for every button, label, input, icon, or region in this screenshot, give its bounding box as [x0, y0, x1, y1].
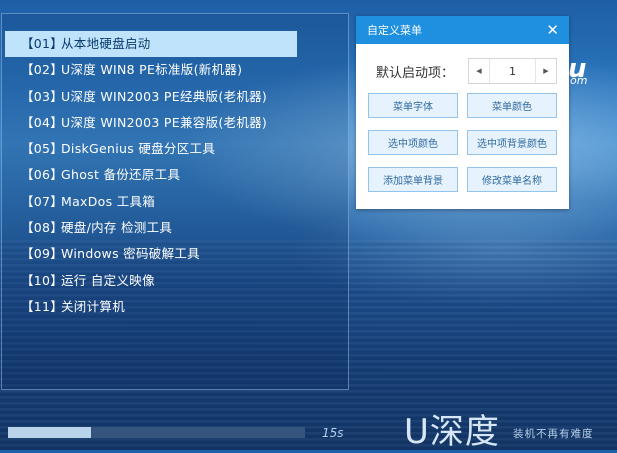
add-menu-background-button[interactable]: 添加菜单背景: [368, 167, 458, 192]
boot-menu-item-label: DiskGenius 硬盘分区工具: [61, 141, 216, 157]
dialog-header: 自定义菜单 ✕: [356, 16, 569, 44]
boot-menu-item[interactable]: 【04】U深度 WIN2003 PE兼容版(老机器): [5, 110, 297, 136]
brand-slogan: 装机不再有难度: [513, 428, 594, 440]
default-boot-label: 默认启动项：: [376, 65, 455, 81]
boot-menu-item[interactable]: 【07】MaxDos 工具箱: [5, 189, 297, 215]
boot-menu-item[interactable]: 【09】Windows 密码破解工具: [5, 241, 297, 267]
boot-menu-item-number: 【07】: [21, 193, 64, 209]
close-icon[interactable]: ✕: [546, 22, 559, 38]
brand-logo: U深度: [404, 412, 500, 452]
chevron-left-icon[interactable]: ◀: [469, 59, 489, 83]
boot-menu-item-label: 硬盘/内存 检测工具: [61, 220, 173, 236]
boot-menu-item-number: 【08】: [21, 220, 64, 236]
boot-menu-item-number: 【11】: [21, 298, 64, 314]
selected-item-color-button[interactable]: 选中项颜色: [368, 130, 458, 155]
boot-menu-item-number: 【01】: [21, 36, 64, 51]
boot-menu-item-number: 【10】: [21, 272, 64, 288]
boot-menu-item-label: 运行 自定义映像: [61, 272, 155, 288]
boot-menu-item[interactable]: 【02】U深度 WIN8 PE标准版(新机器): [5, 57, 297, 83]
boot-menu-item-label: 关闭计算机: [61, 298, 126, 314]
menu-color-button[interactable]: 菜单颜色: [467, 93, 557, 118]
rename-menu-button[interactable]: 修改菜单名称: [467, 167, 557, 192]
background-logo-fragment-sub: om: [570, 74, 588, 87]
boot-menu-item-number: 【09】: [21, 246, 64, 262]
boot-menu-list: 【01】从本地硬盘启动 【02】U深度 WIN8 PE标准版(新机器) 【03】U深…: [5, 31, 297, 320]
chevron-right-icon[interactable]: ▶: [536, 59, 556, 83]
selected-item-bg-color-button[interactable]: 选中项背景颜色: [467, 130, 557, 155]
boot-menu-item[interactable]: 【11】关闭计算机: [5, 294, 297, 320]
default-boot-stepper: ◀ 1 ▶: [468, 58, 557, 84]
dialog-title: 自定义菜单: [367, 24, 422, 37]
menu-font-button[interactable]: 菜单字体: [368, 93, 458, 118]
boot-menu-item-number: 【06】: [21, 167, 64, 183]
boot-menu-item-label: U深度 WIN2003 PE经典版(老机器): [61, 88, 268, 104]
countdown-progress-fill: [8, 427, 92, 438]
boot-menu-item[interactable]: 【01】从本地硬盘启动: [5, 31, 297, 58]
boot-menu-panel: 【01】从本地硬盘启动 【02】U深度 WIN8 PE标准版(新机器) 【03】U深…: [1, 13, 349, 390]
boot-menu-item-label: 从本地硬盘启动: [61, 36, 151, 51]
boot-menu-item[interactable]: 【10】运行 自定义映像: [5, 268, 297, 294]
boot-menu-item-label: U深度 WIN2003 PE兼容版(老机器): [61, 114, 268, 130]
boot-menu-item-label: Ghost 备份还原工具: [61, 167, 181, 183]
boot-menu-item-number: 【04】: [21, 114, 64, 130]
boot-menu-item-number: 【05】: [21, 141, 64, 157]
boot-menu-item[interactable]: 【05】DiskGenius 硬盘分区工具: [5, 136, 297, 162]
boot-menu-item[interactable]: 【06】Ghost 备份还原工具: [5, 162, 297, 188]
boot-menu-item-label: U深度 WIN8 PE标准版(新机器): [61, 62, 243, 78]
boot-menu-item-label: MaxDos 工具箱: [61, 193, 156, 209]
custom-menu-dialog: 自定义菜单 ✕ 默认启动项： ◀ 1 ▶ 菜单字体 菜单颜色 选中项颜色 选中项…: [356, 16, 569, 209]
default-boot-row: 默认启动项： ◀ 1 ▶: [376, 58, 557, 84]
boot-menu-item-label: Windows 密码破解工具: [61, 246, 200, 262]
boot-menu-item-number: 【02】: [21, 62, 64, 78]
boot-menu-item[interactable]: 【08】硬盘/内存 检测工具: [5, 215, 297, 241]
boot-menu-item[interactable]: 【03】U深度 WIN2003 PE经典版(老机器): [5, 84, 297, 110]
countdown-text: 15s: [322, 426, 344, 440]
default-boot-value[interactable]: 1: [489, 59, 536, 83]
boot-menu-item-number: 【03】: [21, 88, 64, 104]
countdown-progress-bar: [8, 427, 305, 438]
